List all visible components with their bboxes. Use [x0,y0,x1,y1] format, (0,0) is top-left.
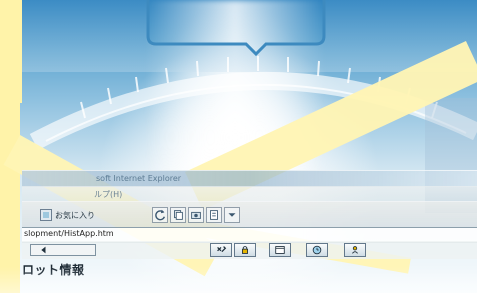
dropdown-icon[interactable] [224,207,240,223]
tools-icon[interactable] [210,243,232,257]
help-menu[interactable]: ルプ(H) [94,189,122,200]
camera-icon[interactable] [188,207,204,223]
top-yellow-panel [0,0,22,103]
decorative-scene: soft Internet Explorer ルプ(H) お気に入り slopm… [0,0,477,293]
clock-icon[interactable] [306,243,328,257]
refresh-icon[interactable] [152,207,168,223]
menu-bar: ルプ(H) [22,186,477,201]
bottom-toolbar [22,241,477,259]
lock-icon[interactable] [234,243,256,257]
address-input[interactable]: slopment/HistApp.htm [24,229,114,238]
browser-toolbar: お気に入り [22,201,477,228]
copy-icon[interactable] [170,207,186,223]
favorites-icon [40,209,52,221]
person-icon[interactable] [344,243,366,257]
page-icon[interactable] [206,207,222,223]
favorites-label: お気に入り [55,210,95,220]
scroll-left-button[interactable] [30,244,96,256]
window-icon[interactable] [269,243,291,257]
window-titlebar: soft Internet Explorer [22,170,477,187]
bottom-fade [0,267,477,293]
window-title: soft Internet Explorer [96,174,182,183]
favorites-button[interactable]: お気に入り [40,207,95,223]
